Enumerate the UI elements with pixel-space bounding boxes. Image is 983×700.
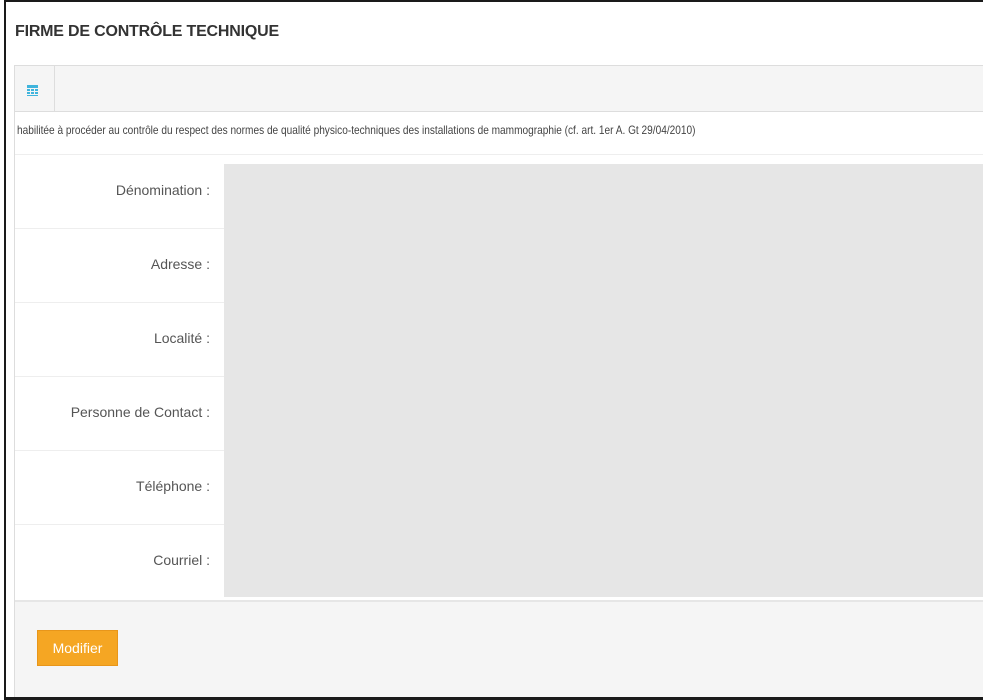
calendar-button[interactable] bbox=[15, 66, 55, 111]
firm-form: Dénomination : Adresse : Localité : Pers… bbox=[15, 155, 983, 601]
localite-label: Localité : bbox=[153, 330, 210, 346]
field-values-area bbox=[224, 164, 983, 597]
page: FIRME DE CONTRÔLE TECHNIQUE habilitée à … bbox=[0, 0, 983, 700]
form-row-contact: Personne de Contact : bbox=[15, 377, 224, 451]
form-row-telephone: Téléphone : bbox=[15, 451, 224, 525]
telephone-label: Téléphone : bbox=[136, 478, 210, 494]
panel-description: habilitée à procéder au contrôle du resp… bbox=[15, 112, 983, 155]
description-text: habilitée à procéder au contrôle du resp… bbox=[17, 123, 696, 137]
calendar-icon bbox=[27, 85, 38, 96]
contact-label: Personne de Contact : bbox=[70, 404, 210, 420]
title-bar: FIRME DE CONTRÔLE TECHNIQUE bbox=[6, 2, 983, 65]
form-row-adresse: Adresse : bbox=[15, 229, 224, 303]
form-row-localite: Localité : bbox=[15, 303, 224, 377]
modify-button[interactable]: Modifier bbox=[37, 630, 118, 666]
adresse-label: Adresse : bbox=[150, 256, 210, 272]
denomination-label: Dénomination : bbox=[115, 182, 210, 198]
panel-footer: Modifier bbox=[15, 600, 983, 697]
courriel-label: Courriel : bbox=[153, 552, 210, 568]
panel-toolbar bbox=[15, 66, 983, 112]
firm-panel: habilitée à procéder au contrôle du resp… bbox=[14, 65, 983, 697]
form-row-denomination: Dénomination : bbox=[15, 155, 224, 229]
page-title: FIRME DE CONTRÔLE TECHNIQUE bbox=[15, 23, 279, 40]
frame-border-left bbox=[4, 0, 6, 700]
form-row-courriel: Courriel : bbox=[15, 525, 224, 599]
